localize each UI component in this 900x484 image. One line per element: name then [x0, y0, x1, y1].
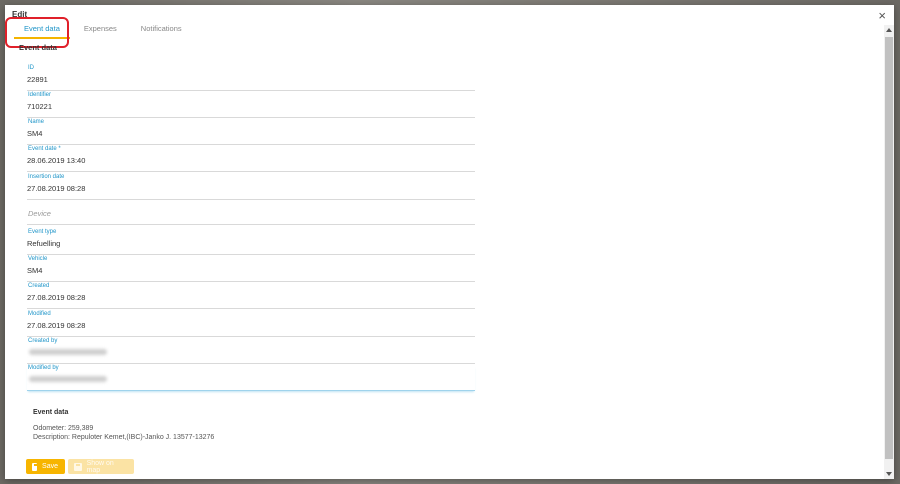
identifier-label: Identifier — [28, 92, 52, 98]
modified-value: 27.08.2019 08:28 — [27, 321, 86, 330]
name-value: SM4 — [27, 129, 43, 138]
show-on-map-button[interactable]: Show on map — [68, 459, 134, 474]
scroll-down-arrow-icon[interactable] — [886, 472, 892, 476]
event-type-value: Refuelling — [27, 239, 61, 248]
tab-notifications[interactable]: Notifications — [129, 22, 194, 40]
tab-event-data[interactable]: Event data — [12, 22, 72, 40]
modified-by-field[interactable]: Modified by — [27, 365, 475, 391]
event-info-block: Event data Odometer: 259,389 Description… — [33, 409, 214, 441]
close-icon[interactable]: × — [878, 9, 886, 22]
odometer-text: Odometer: 259,389 — [33, 425, 94, 432]
created-by-redacted-value — [29, 349, 107, 355]
event-date-value: 28.06.2019 13:40 — [27, 156, 86, 165]
created-label: Created — [28, 283, 50, 289]
action-bar: Save Show on map — [26, 459, 134, 474]
name-field[interactable]: Name SM4 — [27, 119, 475, 145]
show-on-map-button-label: Show on map — [86, 459, 114, 474]
event-info-title: Event data — [33, 409, 69, 416]
created-value: 27.08.2019 08:28 — [27, 293, 86, 302]
map-icon — [74, 462, 82, 471]
floppy-disk-icon — [32, 462, 39, 471]
section-heading: Event data — [19, 43, 57, 52]
insertion-date-label: Insertion date — [28, 174, 65, 180]
vehicle-label: Vehicle — [28, 256, 48, 262]
event-date-field[interactable]: Event date * 28.06.2019 13:40 — [27, 146, 475, 172]
save-button-label: Save — [42, 463, 58, 470]
created-field[interactable]: Created 27.08.2019 08:28 — [27, 283, 475, 309]
description-text: Description: Repuloter Kemet,(IBC)-Janko… — [33, 434, 215, 441]
scroll-up-arrow-icon[interactable] — [886, 28, 892, 32]
scrollbar-thumb[interactable] — [885, 37, 893, 459]
save-button[interactable]: Save — [26, 459, 65, 474]
modified-by-label: Modified by — [28, 365, 59, 371]
modified-field[interactable]: Modified 27.08.2019 08:28 — [27, 311, 475, 337]
created-by-label: Created by — [28, 338, 58, 344]
identifier-field[interactable]: Identifier 710221 — [27, 92, 475, 118]
event-type-field[interactable]: Event type Refuelling — [27, 229, 475, 255]
id-field[interactable]: ID 22891 — [27, 65, 475, 91]
edit-dialog: Edit × Event data Expenses Notifications… — [5, 5, 894, 479]
vehicle-field[interactable]: Vehicle SM4 — [27, 256, 475, 282]
modified-by-redacted-value — [29, 376, 107, 382]
event-date-label: Event date * — [28, 146, 61, 152]
id-value: 22891 — [27, 75, 48, 84]
insertion-date-value: 27.08.2019 08:28 — [27, 184, 86, 193]
event-type-label: Event type — [28, 229, 57, 235]
created-by-field[interactable]: Created by — [27, 338, 475, 364]
tab-expenses[interactable]: Expenses — [72, 22, 129, 40]
vertical-scrollbar[interactable] — [884, 25, 894, 479]
device-placeholder: Device — [28, 209, 51, 218]
insertion-date-field[interactable]: Insertion date 27.08.2019 08:28 — [27, 174, 475, 200]
device-field[interactable]: Device — [27, 200, 475, 225]
modified-label: Modified — [28, 311, 51, 317]
form-scroll-area: Event data ID 22891 Identifier 710221 Na… — [5, 43, 883, 479]
dialog-title: Edit — [12, 10, 28, 19]
identifier-value: 710221 — [27, 102, 53, 111]
tab-bar: Event data Expenses Notifications — [12, 22, 194, 42]
vehicle-value: SM4 — [27, 266, 43, 275]
id-label: ID — [28, 65, 34, 71]
name-label: Name — [28, 119, 45, 125]
